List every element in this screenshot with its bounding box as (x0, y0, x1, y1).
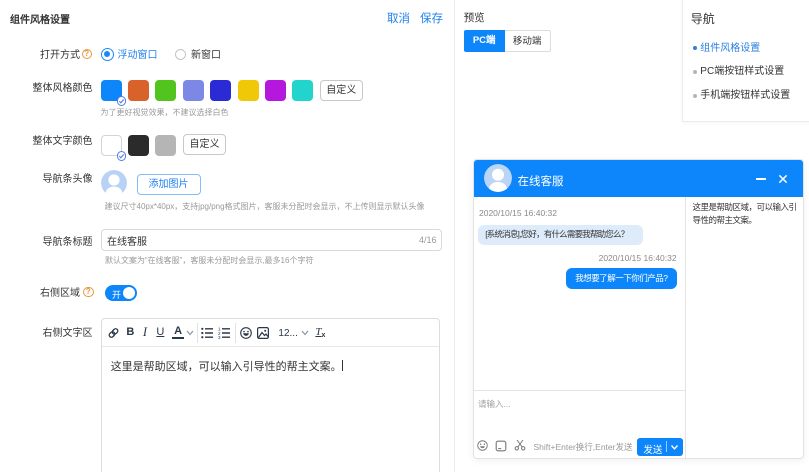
svg-text:3: 3 (218, 335, 221, 339)
